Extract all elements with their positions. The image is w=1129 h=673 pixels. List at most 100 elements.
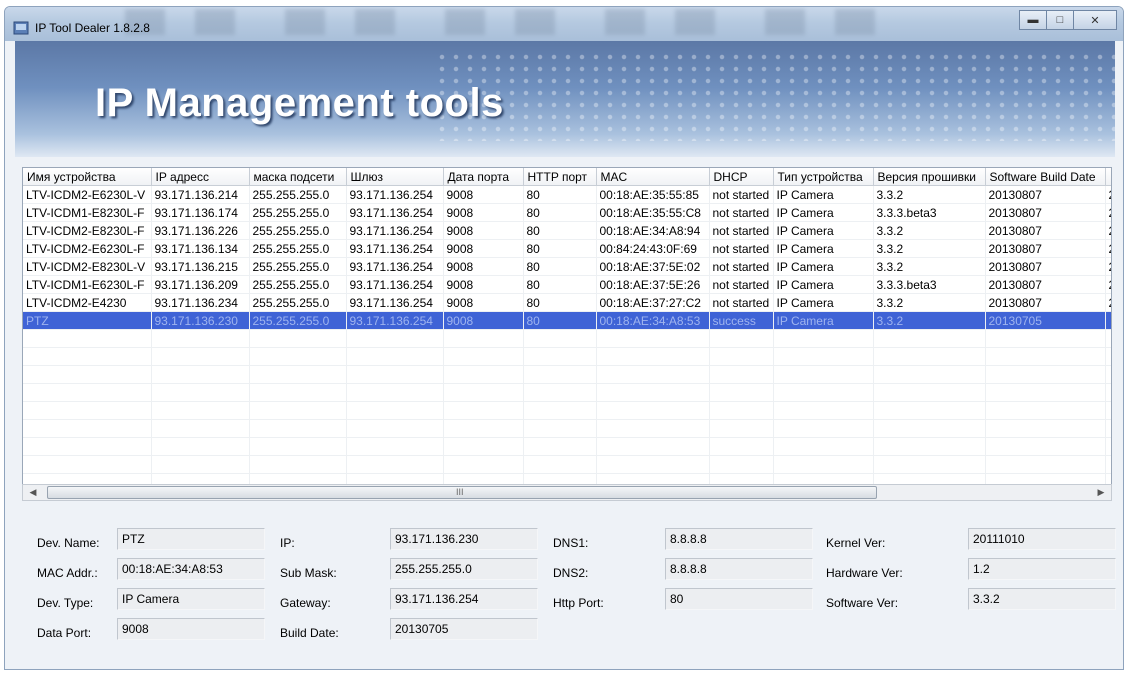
table-cell: 20130807 (985, 203, 1106, 222)
table-header-row: Имя устройства IP адресс маска подсети Шлюз… (23, 168, 1111, 186)
build-date-label: Build Date: (280, 626, 339, 640)
empty-table-row (23, 419, 1111, 438)
column-header-2[interactable]: маска подсети (249, 168, 347, 186)
minimize-button[interactable]: ▬ (1019, 10, 1047, 30)
table-row[interactable]: LTV-ICDM1-E8230L-F 93.171.136.174 255.255.… (23, 203, 1111, 222)
mac-field[interactable]: 00:18:AE:34:A8:53 (117, 558, 265, 580)
column-header-7[interactable]: DHCP (709, 168, 774, 186)
scrollbar-grip: III (456, 487, 464, 497)
table-cell: LTV-ICDM2-E4230 (23, 293, 152, 312)
dev-type-field[interactable]: IP Camera (117, 588, 265, 610)
table-cell: not started (709, 275, 774, 294)
table-cell: 93.171.136.254 (346, 239, 444, 258)
dns2-field[interactable]: 8.8.8.8 (665, 558, 813, 580)
horizontal-scrollbar[interactable]: ◀ III ▶ (22, 484, 1112, 501)
hardware-ver-field[interactable]: 1.2 (968, 558, 1116, 580)
mac-label: MAC Addr.: (37, 566, 98, 580)
software-ver-field[interactable]: 3.3.2 (968, 588, 1116, 610)
table-row[interactable]: LTV-ICDM2-E6230L-F 93.171.136.134 255.255.… (23, 239, 1111, 258)
column-header-3[interactable]: Шлюз (346, 168, 444, 186)
title-bar[interactable]: IP Tool Dealer 1.8.2.8 ▬ □ ✕ (5, 7, 1123, 41)
scroll-left-icon[interactable]: ◀ (25, 485, 41, 500)
column-header-0[interactable]: Имя устройства (23, 168, 152, 186)
table-row[interactable]: LTV-ICDM2-E4230 93.171.136.234 255.255.255… (23, 293, 1111, 312)
table-cell: 93.171.136.254 (346, 221, 444, 240)
table-cell: 80 (523, 293, 597, 312)
table-cell: LTV-ICDM1-E6230L-F (23, 275, 152, 294)
table-row[interactable]: LTV-ICDM1-E6230L-F 93.171.136.209 255.255.… (23, 275, 1111, 294)
table-row[interactable]: PTZ 93.171.136.230 255.255.255.0 93.171.136… (23, 311, 1111, 330)
table-row[interactable]: LTV-ICDM2-E8230L-F 93.171.136.226 255.255.… (23, 221, 1111, 240)
table-cell: 80 (523, 275, 597, 294)
table-cell: IP Camera (773, 293, 874, 312)
table-row[interactable]: LTV-ICDM2-E8230L-V 93.171.136.215 255.255.… (23, 257, 1111, 276)
table-cell: 93.171.136.214 (151, 185, 250, 204)
maximize-button[interactable]: □ (1046, 10, 1074, 30)
window-controls: ▬ □ ✕ (1019, 10, 1117, 30)
table-cell: 255.255.255.0 (249, 311, 347, 330)
table-cell: 2 (1105, 293, 1111, 312)
table-cell: 2 (1105, 185, 1111, 204)
scrollbar-thumb[interactable]: III (47, 486, 877, 499)
data-port-field[interactable]: 9008 (117, 618, 265, 640)
empty-table-row (23, 329, 1111, 348)
table-cell: not started (709, 185, 774, 204)
table-cell: LTV-ICDM2-E8230L-F (23, 221, 152, 240)
table-cell: 93.171.136.230 (151, 311, 250, 330)
table-cell: 9008 (443, 293, 524, 312)
http-port-field[interactable]: 80 (665, 588, 813, 610)
column-header-4[interactable]: Дата порта (443, 168, 524, 186)
table-cell: 9008 (443, 221, 524, 240)
window-title: IP Tool Dealer 1.8.2.8 (35, 21, 150, 35)
banner: IP Management tools (15, 41, 1115, 157)
table-cell: 00:18:AE:37:5E:02 (596, 257, 710, 276)
table-cell: 2 (1105, 203, 1111, 222)
table-cell: 20130807 (985, 293, 1106, 312)
table-cell: 00:84:24:43:0F:69 (596, 239, 710, 258)
table-cell: 93.171.136.254 (346, 203, 444, 222)
empty-table-row (23, 347, 1111, 366)
table-cell: not started (709, 203, 774, 222)
table-cell: not started (709, 257, 774, 276)
column-header-1[interactable]: IP адресс (151, 168, 250, 186)
device-table[interactable]: Имя устройства IP адресс маска подсети Шлюз… (22, 167, 1112, 491)
table-cell: 00:18:AE:34:A8:94 (596, 221, 710, 240)
kernel-ver-field[interactable]: 20111010 (968, 528, 1116, 550)
table-cell: 255.255.255.0 (249, 293, 347, 312)
device-table-grid: Имя устройства IP адресс маска подсети Шлюз… (23, 168, 1111, 490)
table-cell: 255.255.255.0 (249, 275, 347, 294)
scroll-right-icon[interactable]: ▶ (1093, 485, 1109, 500)
dev-name-field[interactable]: PTZ (117, 528, 265, 550)
title-bar-background-ghost (125, 9, 923, 35)
sub-mask-field[interactable]: 255.255.255.0 (390, 558, 538, 580)
table-cell: 255.255.255.0 (249, 185, 347, 204)
dns2-label: DNS2: (553, 566, 589, 580)
table-cell: 9008 (443, 311, 524, 330)
table-cell: 20130807 (985, 221, 1106, 240)
table-cell: not started (709, 221, 774, 240)
close-button[interactable]: ✕ (1073, 10, 1117, 30)
empty-table-row (23, 455, 1111, 474)
app-icon (13, 21, 29, 35)
table-cell: LTV-ICDM2-E6230L-F (23, 239, 152, 258)
banner-title: IP Management tools (95, 81, 504, 125)
table-cell: 255.255.255.0 (249, 239, 347, 258)
table-row[interactable]: LTV-ICDM2-E6230L-V 93.171.136.214 255.255.… (23, 185, 1111, 204)
gateway-label: Gateway: (280, 596, 331, 610)
column-header-5[interactable]: HTTP порт (523, 168, 597, 186)
column-header-9[interactable]: Версия прошивки (873, 168, 986, 186)
dns1-field[interactable]: 8.8.8.8 (665, 528, 813, 550)
table-cell: 20130807 (985, 275, 1106, 294)
ip-field[interactable]: 93.171.136.230 (390, 528, 538, 550)
column-header-6[interactable]: MAC (596, 168, 710, 186)
gateway-field[interactable]: 93.171.136.254 (390, 588, 538, 610)
column-header-10[interactable]: Software Build Date (985, 168, 1106, 186)
table-cell: 9008 (443, 239, 524, 258)
column-header-11[interactable] (1105, 168, 1111, 186)
table-cell: IP Camera (773, 185, 874, 204)
table-cell: 255.255.255.0 (249, 221, 347, 240)
build-date-field[interactable]: 20130705 (390, 618, 538, 640)
column-header-8[interactable]: Тип устройства (773, 168, 874, 186)
table-cell: 3.3.3.beta3 (873, 203, 986, 222)
table-cell: 3.3.2 (873, 311, 986, 330)
